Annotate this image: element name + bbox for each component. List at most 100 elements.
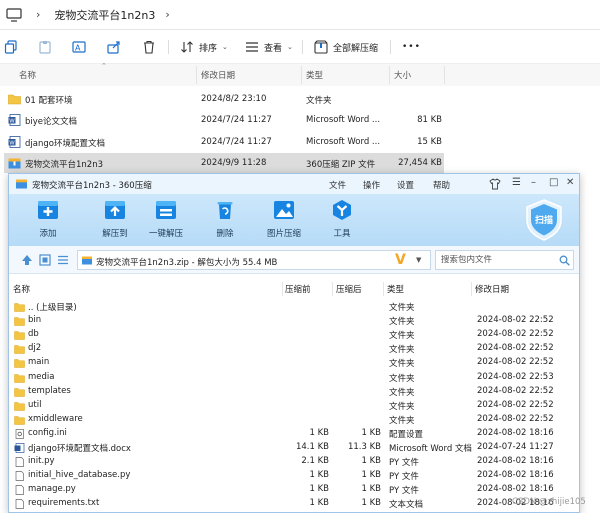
archive-row[interactable]: manage.py 1 KB 1 KB PY 文件 2024-08-02 18:16 [9, 483, 579, 497]
file-row[interactable]: W biye论文文档 2024/7/24 11:27 Microsoft Wor… [4, 110, 444, 130]
archive-row[interactable]: main 文件夹 2024-08-02 22:52 [9, 356, 579, 370]
archive-item-date: 2024-08-02 18:16 [477, 456, 554, 467]
archive-row[interactable]: .. (上级目录) 文件夹 [9, 300, 579, 314]
archive-item-size-after: 11.3 KB [347, 442, 381, 452]
column-modified[interactable]: 修改日期 [201, 69, 235, 81]
archive-item-date: 2024-08-02 18:16 [477, 470, 554, 481]
rename-button[interactable]: A [72, 39, 86, 55]
list-view-icon[interactable] [57, 254, 69, 266]
archive-item-name: .. (上级目录) [28, 303, 77, 313]
skin-shirt-icon[interactable] [489, 178, 501, 190]
zip-icon [8, 158, 21, 169]
copy-button[interactable] [4, 39, 18, 55]
this-pc-icon[interactable] [6, 7, 22, 22]
column-name[interactable]: 名称 [13, 283, 30, 295]
archive-item-type: 文件夹 [389, 345, 415, 356]
close-icon[interactable]: ✕ [566, 177, 574, 188]
folder-icon [14, 331, 25, 340]
archive-item-date: 2024-08-02 22:52 [477, 315, 554, 326]
add-button[interactable]: 添加 [21, 199, 75, 245]
column-size-after[interactable]: 压缩后 [336, 283, 362, 295]
archive-item-type: PY 文件 [389, 458, 419, 469]
archive-row[interactable]: xmiddleware 文件夹 2024-08-02 22:52 [9, 413, 579, 427]
svg-text:W: W [9, 141, 15, 147]
column-size-before[interactable]: 压缩前 [285, 283, 311, 295]
archive-row[interactable]: util 文件夹 2024-08-02 22:52 [9, 399, 579, 413]
delete-archive-item-button[interactable]: 删除 [198, 199, 252, 245]
archive-item-name: django环境配置文档.docx [28, 444, 131, 454]
folder-icon [14, 359, 25, 369]
paste-button[interactable] [38, 39, 52, 55]
maximize-icon[interactable]: □ [549, 177, 558, 188]
view-icon [246, 42, 258, 52]
archive-row[interactable]: initial_hive_database.py 1 KB 1 KB PY 文件 202… [9, 469, 579, 483]
menu-help[interactable]: 帮助 [433, 179, 450, 191]
chevron-right-icon[interactable]: › [165, 8, 169, 21]
file-icon [15, 485, 24, 496]
archive-item-name: bin [28, 315, 42, 326]
delete-button[interactable] [142, 39, 156, 55]
view-button[interactable]: 查看 ⌄ [245, 39, 293, 55]
file-row[interactable]: 01 配套环境 2024/8/2 23:10 文件夹 [4, 89, 444, 109]
thumbnail-view-icon[interactable] [39, 254, 51, 266]
archive-item-name: init.py [28, 456, 55, 467]
archive-search-input[interactable] [441, 255, 551, 265]
archive-row[interactable]: media 文件夹 2024-08-02 22:53 [9, 371, 579, 385]
archive-item-date: 2024-08-02 22:52 [477, 343, 554, 354]
column-type[interactable]: 类型 [387, 283, 404, 295]
archive-row[interactable]: dj2 文件夹 2024-08-02 22:52 [9, 342, 579, 356]
archive-item-type: 文本文档 [389, 500, 424, 511]
one-click-extract-button[interactable]: 一键解压 [139, 199, 193, 245]
explorer-toolbar: A 排序 ⌄ 查看 ⌄ 全部解压缩 ••• [0, 30, 600, 64]
archive-row[interactable]: templates 文件夹 2024-08-02 22:52 [9, 385, 579, 399]
archive-item-name: manage.py [28, 484, 76, 495]
chevron-right-icon: › [36, 8, 41, 21]
archive-item-type: Microsoft Word 文档 [389, 444, 472, 454]
archive-item-name: templates [28, 385, 71, 396]
archive-row[interactable]: bin 文件夹 2024-08-02 22:52 [9, 314, 579, 328]
verified-v-icon[interactable]: V [395, 252, 406, 268]
column-type[interactable]: 类型 [306, 69, 323, 81]
chevron-down-icon[interactable]: ▼ [416, 256, 421, 264]
archive-item-type: 文件夹 [389, 359, 415, 370]
archive-item-type: 文件夹 [389, 331, 415, 342]
zip-title-bar: 宠物交流平台1n2n3 - 360压缩 文件 操作 设置 帮助 ☰ – □ ✕ [9, 174, 579, 194]
archive-item-type: PY 文件 [389, 486, 419, 497]
menu-action[interactable]: 操作 [363, 179, 380, 191]
search-icon[interactable] [559, 255, 570, 266]
feedback-menu-icon[interactable]: ☰ [512, 177, 521, 188]
extract-to-button[interactable]: 解压到 [88, 199, 142, 245]
column-modified[interactable]: 修改日期 [475, 283, 509, 295]
extract-all-button[interactable]: 全部解压缩 [314, 39, 378, 55]
tools-button[interactable]: 工具 [315, 199, 369, 245]
file-row-selected[interactable]: 宠物交流平台1n2n3 2024/9/9 11:28 360压缩 ZIP 文件 … [4, 153, 444, 173]
svg-text:W: W [9, 119, 15, 125]
column-size[interactable]: 大小 [394, 69, 411, 81]
breadcrumb-current[interactable]: 宠物交流平台1n2n3 [54, 7, 155, 23]
archive-search-field[interactable] [435, 250, 574, 270]
sort-button[interactable]: 排序 ⌄ [180, 39, 228, 55]
minimize-icon[interactable]: – [531, 177, 536, 188]
archive-row[interactable]: init.py 2.1 KB 1 KB PY 文件 2024-08-02 18:16 [9, 455, 579, 469]
archive-item-size-after: 1 KB [361, 498, 381, 509]
archive-path-field[interactable]: 宠物交流平台1n2n3.zip - 解包大小为 55.4 MB V ▼ [77, 250, 431, 270]
share-icon [107, 41, 120, 54]
archive-item-name: requirements.txt [28, 498, 100, 509]
up-arrow-icon[interactable] [21, 254, 33, 266]
explorer-address-bar: › 宠物交流平台1n2n3 › [0, 0, 600, 30]
more-options-button[interactable]: ••• [402, 39, 421, 55]
archive-item-size-before: 1 KB [309, 484, 329, 495]
folder-icon [14, 416, 25, 425]
scan-button[interactable]: 扫描 [524, 198, 564, 242]
share-button[interactable] [107, 39, 121, 55]
archive-row[interactable]: config.ini 1 KB 1 KB 配置设置 2024-08-02 18:16 [9, 427, 579, 441]
menu-settings[interactable]: 设置 [397, 179, 414, 191]
archive-row[interactable]: requirements.txt 1 KB 1 KB 文本文档 2024-08-02 1… [9, 497, 579, 511]
menu-file[interactable]: 文件 [329, 179, 346, 191]
archive-row[interactable]: django环境配置文档.docx 14.1 KB 11.3 KB Microsoft… [9, 441, 579, 455]
file-row[interactable]: W django环境配置文档 2024/7/24 11:27 Microsoft… [4, 132, 444, 152]
image-compress-button[interactable]: 图片压缩 [257, 199, 311, 245]
column-name[interactable]: 名称 [19, 69, 36, 81]
archive-item-date: 2024-07-24 11:27 [477, 442, 554, 452]
archive-row[interactable]: db 文件夹 2024-08-02 22:52 [9, 328, 579, 342]
